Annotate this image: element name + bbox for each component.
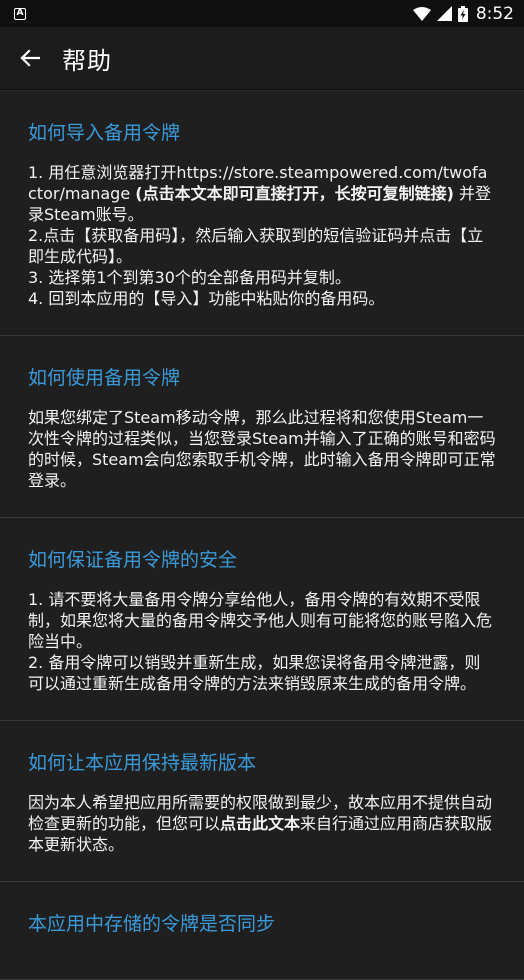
section-title: 本应用中存储的令牌是否同步 xyxy=(28,913,276,935)
section-body: 1. 用任意浏览器打开https://store.steampowered.co… xyxy=(28,162,496,309)
status-right: 8:52 xyxy=(412,3,514,24)
page-title: 帮助 xyxy=(62,46,112,75)
wifi-icon xyxy=(412,6,431,21)
status-time: 8:52 xyxy=(475,3,514,24)
battery-icon xyxy=(457,5,468,22)
back-button[interactable] xyxy=(0,28,60,88)
security-tip-2: 2. 备用令牌可以销毁并重新生成，如果您误将备用令牌泄露，则可以通过重新生成备用… xyxy=(28,653,481,693)
section-import-backup-codes: 如何导入备用令牌 1. 用任意浏览器打开https://store.steamp… xyxy=(0,91,524,336)
step-2-text: 2.点击【获取备用码】，然后输入获取到的短信验证码并点击【立即生成代码】。 xyxy=(28,226,484,266)
step-4-text: 4. 回到本应用的【导入】功能中粘贴你的备用码。 xyxy=(28,289,385,308)
section-title: 如何让本应用保持最新版本 xyxy=(28,752,257,774)
check-update-link[interactable]: 点击此文本 xyxy=(220,814,300,833)
section-body: 如果您绑定了Steam移动令牌，那么此过程将和您使用Steam一次性令牌的过程类… xyxy=(28,408,496,490)
section-title: 如何导入备用令牌 xyxy=(28,122,181,144)
section-title: 如何使用备用令牌 xyxy=(28,367,181,389)
help-content[interactable]: 如何导入备用令牌 1. 用任意浏览器打开https://store.steamp… xyxy=(0,91,524,980)
arrow-back-icon xyxy=(20,49,40,67)
section-token-sync: 本应用中存储的令牌是否同步 xyxy=(0,882,524,980)
app-bar: 帮助 xyxy=(0,27,524,89)
section-keep-app-updated: 如何让本应用保持最新版本 因为本人希望把应用所需要的权限做到最少，故本应用不提供… xyxy=(0,721,524,882)
notification-icon: A xyxy=(14,7,26,20)
status-left: A xyxy=(14,7,26,20)
section-use-backup-codes: 如何使用备用令牌 如果您绑定了Steam移动令牌，那么此过程将和您使用Steam… xyxy=(0,336,524,518)
section-body: 1. 请不要将大量备用令牌分享给他人，备用令牌的有效期不受限制，如果您将大量的备… xyxy=(28,589,496,694)
section-body: 因为本人希望把应用所需要的权限做到最少，故本应用不提供自动检查更新的功能，但您可… xyxy=(28,792,496,855)
cellular-signal-icon xyxy=(436,6,452,21)
step-3-text: 3. 选择第1个到第30个的全部备用码并复制。 xyxy=(28,268,351,287)
notification-icon-letter: A xyxy=(16,8,24,18)
open-manage-url-link[interactable]: (点击本文本即可直接打开，长按可复制链接) xyxy=(135,184,454,203)
section-title: 如何保证备用令牌的安全 xyxy=(28,549,238,571)
section-backup-code-security: 如何保证备用令牌的安全 1. 请不要将大量备用令牌分享给他人，备用令牌的有效期不… xyxy=(0,518,524,721)
security-tip-1: 1. 请不要将大量备用令牌分享给他人，备用令牌的有效期不受限制，如果您将大量的备… xyxy=(28,590,493,651)
status-bar: A 8:52 xyxy=(0,0,524,27)
